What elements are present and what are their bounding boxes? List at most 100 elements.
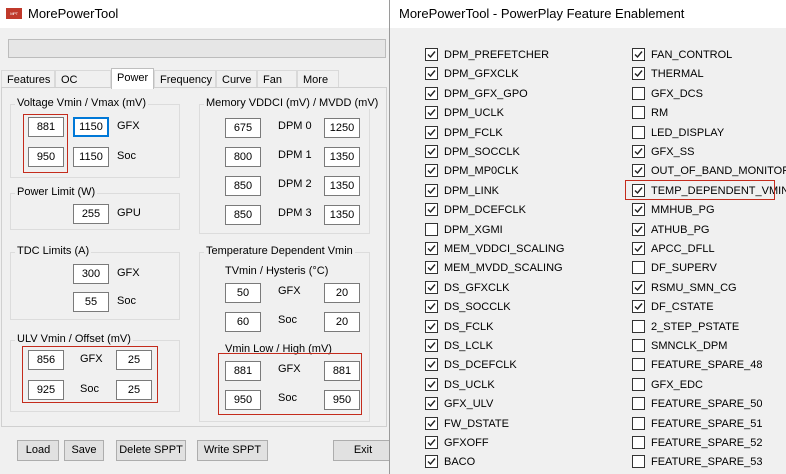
checkbox-checked-icon[interactable] [425, 300, 438, 314]
tdc-soc-field[interactable]: 55 [73, 292, 109, 312]
hyst-soc-field[interactable]: 20 [324, 312, 360, 332]
checkbox-checked-icon[interactable] [425, 397, 438, 411]
checkbox-checked-icon[interactable] [425, 261, 438, 275]
checkbox-checked-icon[interactable] [425, 319, 438, 333]
checkbox-checked-icon[interactable] [632, 280, 645, 294]
gfx-vmax-field[interactable]: 1150 [73, 117, 109, 137]
checkbox-unchecked-icon[interactable] [632, 339, 645, 352]
ulv-gfx-offset-field[interactable]: 25 [116, 350, 152, 370]
checkbox-checked-icon[interactable] [425, 67, 438, 81]
tab-frequency[interactable]: Frequency [154, 70, 216, 88]
ulv-soc-vmin-field[interactable]: 925 [28, 380, 64, 400]
checkbox-unchecked-icon[interactable] [632, 416, 645, 430]
vmin-high-gfx-field[interactable]: 881 [324, 361, 360, 381]
mvdd-dpm0-field[interactable]: 1250 [324, 118, 360, 138]
tab-curve[interactable]: Curve [216, 70, 257, 88]
ulv-gfx-vmin-field[interactable]: 856 [28, 350, 64, 370]
checkbox-checked-icon[interactable] [425, 436, 438, 449]
ulv-title: ULV Vmin / Offset (mV) [15, 333, 133, 345]
tvmin-gfx-field[interactable]: 50 [225, 283, 261, 303]
hyst-gfx-field[interactable]: 20 [324, 283, 360, 303]
checkbox-checked-icon[interactable] [425, 48, 438, 61]
checkbox-checked-icon[interactable] [425, 358, 438, 372]
tdc-gfx-field[interactable]: 300 [73, 264, 109, 284]
checkbox-checked-icon[interactable] [425, 377, 438, 391]
checkbox-checked-icon[interactable] [425, 183, 438, 197]
checkbox-checked-icon[interactable] [632, 242, 645, 255]
vmin-low-gfx-field[interactable]: 881 [225, 361, 261, 381]
soc-vmin-field[interactable]: 950 [28, 147, 64, 167]
checkbox-unchecked-icon[interactable] [425, 222, 438, 236]
checkbox-checked-icon[interactable] [632, 203, 645, 217]
vddci-dpm1-field[interactable]: 800 [225, 147, 261, 167]
checkbox-checked-icon[interactable] [425, 203, 438, 217]
tab-power[interactable]: Power [111, 68, 154, 89]
tab-oc-limits[interactable]: OC Limits [55, 70, 111, 104]
soc-vmax-field[interactable]: 1150 [73, 147, 109, 167]
checkbox-checked-icon[interactable] [632, 222, 645, 236]
tab-features[interactable]: Features [1, 70, 55, 88]
tdc-gfx-label: GFX [117, 267, 140, 279]
tab-more[interactable]: More [297, 70, 339, 88]
checkbox-unchecked-icon[interactable] [632, 455, 645, 469]
power-limit-field[interactable]: 255 [73, 204, 109, 224]
tab-fan[interactable]: Fan [257, 70, 297, 88]
ulv-soc-offset-field[interactable]: 25 [116, 380, 152, 400]
checkbox-checked-icon[interactable] [425, 125, 438, 139]
feature-label: 2_STEP_PSTATE [651, 320, 740, 333]
checkbox-unchecked-icon[interactable] [632, 125, 645, 139]
checkbox-checked-icon[interactable] [425, 280, 438, 294]
write-sppt-button[interactable]: Write SPPT [197, 440, 268, 461]
checkbox-checked-icon[interactable] [425, 164, 438, 178]
gfx-vmin-field[interactable]: 881 [28, 117, 64, 137]
feature-label: DS_GFXCLK [444, 281, 510, 294]
delete-sppt-button[interactable]: Delete SPPT [116, 440, 186, 461]
checkbox-checked-icon[interactable] [632, 164, 645, 178]
feature-label: DPM_PREFETCHER [444, 49, 550, 61]
checkbox-unchecked-icon[interactable] [632, 397, 645, 411]
feature-label: DF_CSTATE [651, 301, 714, 314]
voltage-group-title: Voltage Vmin / Vmax (mV) [15, 97, 148, 109]
vddci-dpm2-field[interactable]: 850 [225, 176, 261, 196]
ulv-soc-label: Soc [80, 383, 99, 395]
checkbox-checked-icon[interactable] [425, 416, 438, 430]
feature-label: RSMU_SMN_CG [651, 281, 737, 294]
feature-label: FAN_CONTROL [651, 49, 733, 61]
checkbox-checked-icon[interactable] [632, 300, 645, 314]
checkbox-checked-icon[interactable] [425, 242, 438, 255]
vddci-dpm0-field[interactable]: 675 [225, 118, 261, 138]
vddci-dpm3-field[interactable]: 850 [225, 205, 261, 225]
vmin-high-soc-field[interactable]: 950 [324, 390, 360, 410]
tdc-soc-label: Soc [117, 295, 136, 307]
mvdd-dpm1-field[interactable]: 1350 [324, 147, 360, 167]
feature-label: DPM_LINK [444, 184, 500, 197]
tvmin-soc-field[interactable]: 60 [225, 312, 261, 332]
checkbox-unchecked-icon[interactable] [632, 436, 645, 449]
mvdd-dpm3-field[interactable]: 1350 [324, 205, 360, 225]
checkbox-unchecked-icon[interactable] [632, 106, 645, 120]
checkbox-checked-icon[interactable] [425, 339, 438, 352]
checkbox-unchecked-icon[interactable] [632, 377, 645, 391]
vmin-gfx-label: GFX [278, 363, 301, 375]
save-button[interactable]: Save [64, 440, 104, 461]
checkbox-checked-icon[interactable] [425, 86, 438, 100]
checkbox-checked-icon[interactable] [425, 106, 438, 120]
feature-label: FEATURE_SPARE_51 [651, 417, 763, 430]
feature-label: ATHUB_PG [651, 223, 710, 236]
checkbox-checked-icon[interactable] [632, 145, 645, 158]
mvdd-dpm2-field[interactable]: 1350 [324, 176, 360, 196]
load-button[interactable]: Load [17, 440, 59, 461]
checkbox-checked-icon[interactable] [425, 145, 438, 158]
dpm3-label: DPM 3 [278, 207, 312, 219]
exit-button[interactable]: Exit [333, 440, 393, 461]
checkbox-unchecked-icon[interactable] [632, 261, 645, 275]
checkbox-unchecked-icon[interactable] [632, 358, 645, 372]
checkbox-checked-icon[interactable] [632, 67, 645, 81]
vmin-low-soc-field[interactable]: 950 [225, 390, 261, 410]
checkbox-checked-icon[interactable] [632, 48, 645, 61]
dpm1-label: DPM 1 [278, 149, 312, 161]
checkbox-checked-icon[interactable] [425, 455, 438, 469]
checkbox-unchecked-icon[interactable] [632, 319, 645, 333]
feature-title-bar: MorePowerTool - PowerPlay Feature Enable… [390, 0, 786, 28]
checkbox-unchecked-icon[interactable] [632, 86, 645, 100]
